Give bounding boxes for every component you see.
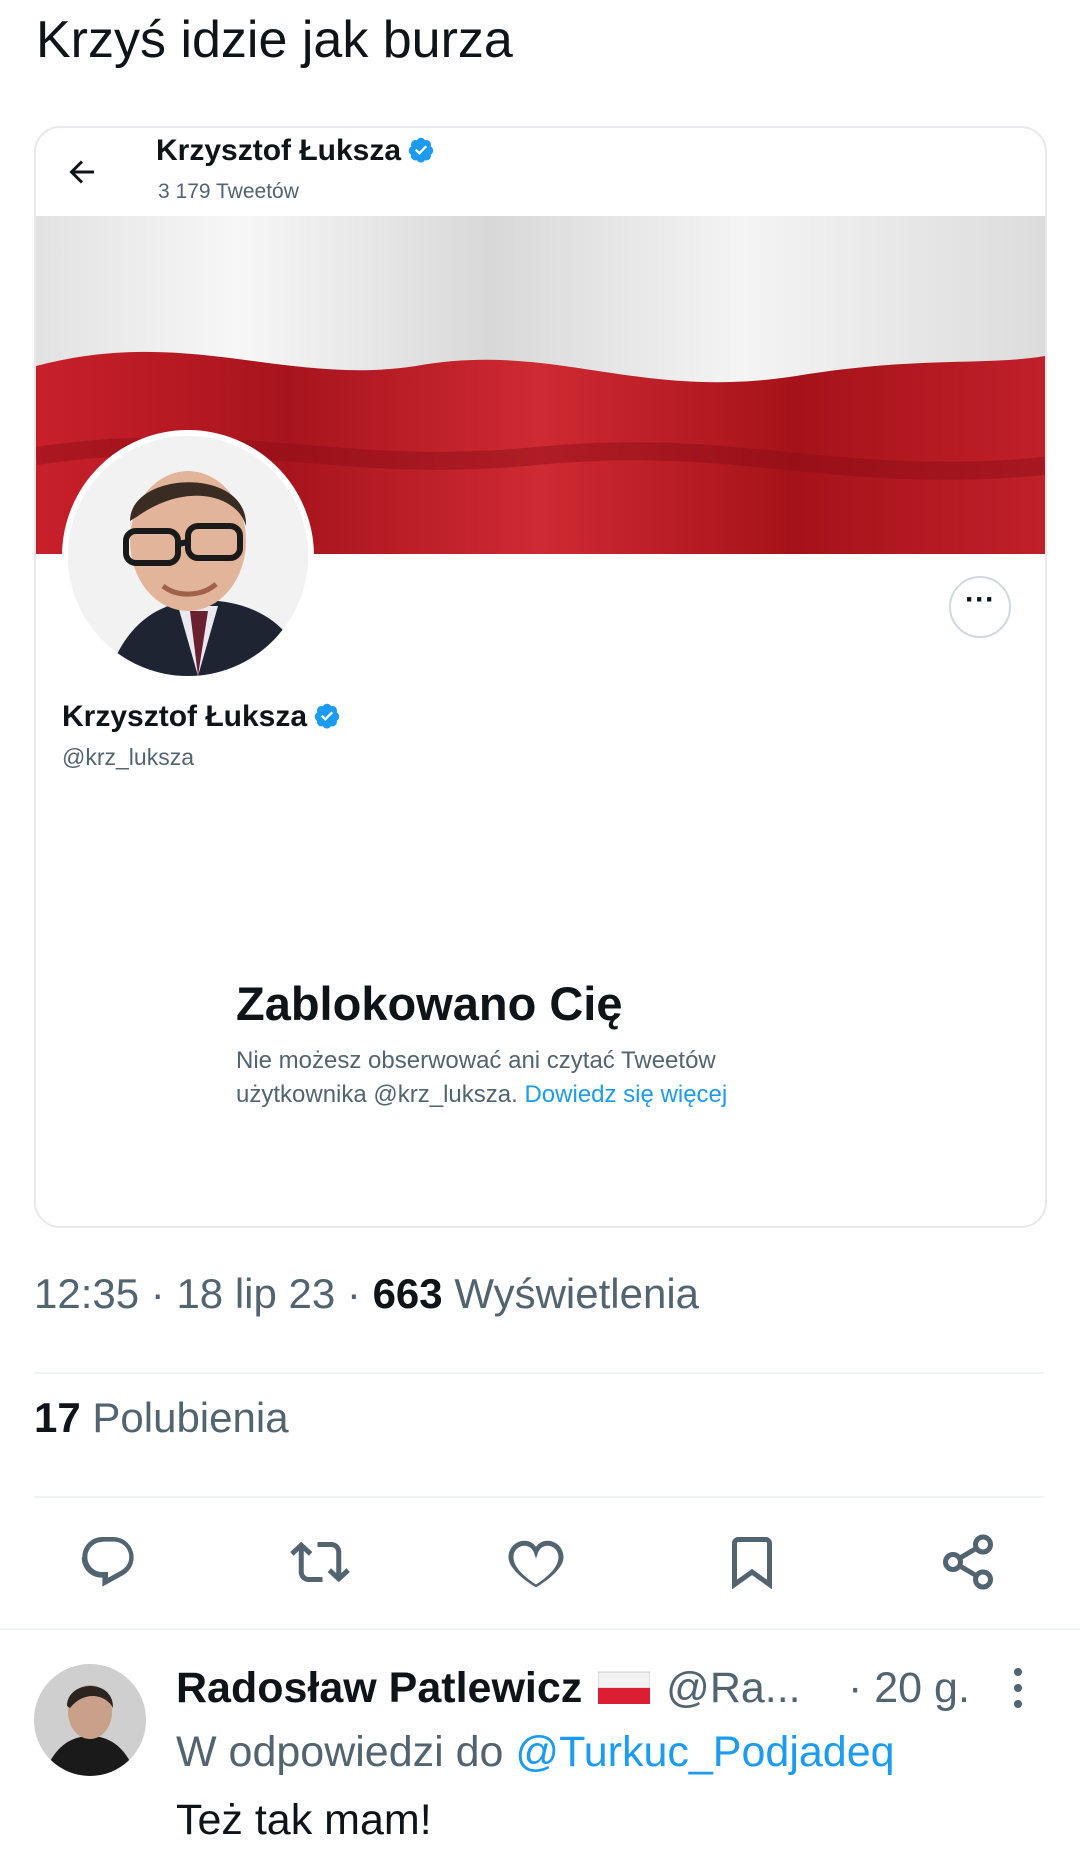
- profile-handle: @krz_luksza: [62, 744, 194, 770]
- reply-author-handle[interactable]: @Ra...: [666, 1664, 800, 1712]
- likes-label: Polubienia: [92, 1394, 289, 1441]
- profile-avatar[interactable]: [68, 436, 308, 676]
- reply-text: Też tak mam!: [176, 1796, 432, 1844]
- tweet-text: Krzyś idzie jak burza: [36, 11, 513, 69]
- likes-count: 17: [34, 1394, 81, 1441]
- learn-more-link[interactable]: Dowiedz się więcej: [524, 1081, 727, 1108]
- blocked-description: Nie możesz obserwować ani czytać Tweetów…: [236, 1044, 796, 1112]
- more-options-button[interactable]: ···: [949, 576, 1011, 638]
- divider: [34, 1372, 1044, 1374]
- bookmark-icon[interactable]: [722, 1532, 782, 1592]
- verified-badge-icon: [314, 703, 340, 729]
- meta-separator: ·: [335, 1270, 373, 1317]
- retweet-icon[interactable]: [290, 1532, 350, 1592]
- verified-badge-icon: [408, 137, 434, 163]
- likes-summary[interactable]: 17 Polubienia: [34, 1394, 289, 1442]
- tweet-meta: 12:35 · 18 lip 23 · 663 Wyświetlenia: [34, 1270, 699, 1318]
- profile-avatar-frame: [62, 430, 314, 682]
- tweet-date: 18 lip 23: [176, 1270, 336, 1317]
- views-label[interactable]: Wyświetlenia: [454, 1270, 699, 1317]
- reply-author-name[interactable]: Radosław Patlewicz: [176, 1664, 582, 1712]
- header-name: Krzysztof Łuksza: [156, 134, 402, 167]
- reply-timestamp[interactable]: · 20 g.: [848, 1664, 970, 1713]
- header-name-row: Krzysztof Łuksza: [156, 134, 435, 168]
- poland-flag-icon: [597, 1671, 651, 1704]
- tweet-time: 12:35: [34, 1270, 140, 1317]
- reply-author-row: Radosław Patlewicz @Ra...: [176, 1664, 801, 1713]
- divider: [0, 1628, 1080, 1630]
- blocked-title: Zablokowano Cię: [236, 977, 623, 1030]
- views-count: 663: [372, 1270, 443, 1317]
- replying-to-prefix: W odpowiedzi do: [176, 1728, 504, 1776]
- back-arrow-icon[interactable]: [64, 154, 100, 190]
- reply-avatar[interactable]: [34, 1664, 146, 1776]
- more-vertical-icon[interactable]: [1010, 1666, 1026, 1710]
- profile-name: Krzysztof Łuksza: [62, 700, 308, 733]
- reply-avatar-photo: [34, 1664, 146, 1776]
- divider: [34, 1496, 1044, 1498]
- profile-name-row: Krzysztof Łuksza: [62, 700, 341, 734]
- avatar-photo: [68, 436, 308, 676]
- like-icon[interactable]: [506, 1532, 566, 1592]
- replying-to-mention[interactable]: @Turkuc_Podjadeq: [515, 1728, 894, 1776]
- share-icon[interactable]: [938, 1532, 998, 1592]
- reply-icon[interactable]: [78, 1532, 138, 1592]
- profile-header: Krzysztof Łuksza 3 179 Tweetów: [36, 128, 1045, 216]
- tweet-count: 3 179 Tweetów: [158, 180, 299, 203]
- meta-separator: ·: [139, 1270, 177, 1317]
- replying-to-row: W odpowiedzi do @Turkuc_Podjadeq: [176, 1728, 895, 1777]
- embedded-screenshot[interactable]: Krzysztof Łuksza 3 179 Tweetów ··· Krzys…: [34, 126, 1047, 1228]
